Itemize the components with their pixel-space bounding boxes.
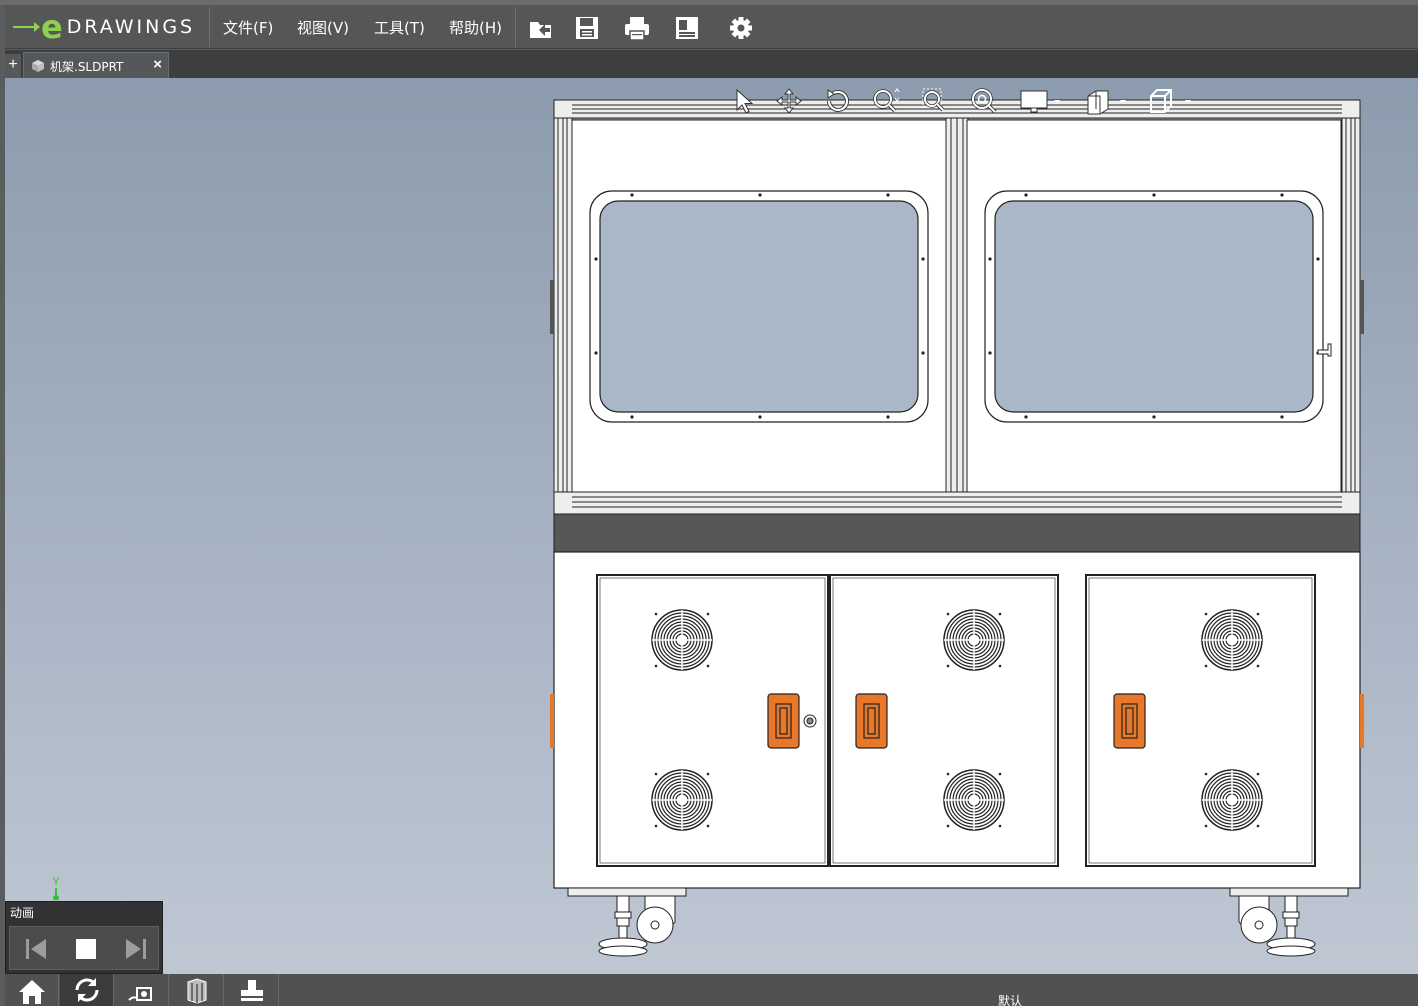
side-bracket-orange — [550, 694, 554, 748]
reset-view-button[interactable] — [60, 974, 114, 1006]
cabinet-model-drawing — [550, 99, 1364, 957]
components-icon — [187, 978, 207, 1004]
menu-file[interactable]: 文件(F) — [223, 17, 273, 38]
right-caster — [1238, 895, 1316, 957]
previous-frame-icon[interactable] — [22, 935, 50, 963]
pan-icon[interactable] — [774, 86, 804, 116]
section-view-icon[interactable] — [1082, 86, 1128, 116]
fan-grille — [651, 609, 713, 671]
fan-grille — [651, 769, 713, 831]
side-bracket-orange — [1360, 694, 1364, 748]
open-icon[interactable] — [527, 14, 555, 42]
zoom-icon[interactable] — [871, 86, 901, 116]
side-bracket — [1360, 280, 1364, 334]
stamp-icon — [241, 980, 263, 1001]
triad-y-label: Y — [52, 876, 60, 888]
3d-viewport[interactable]: Y — [5, 78, 1418, 974]
save-icon[interactable] — [573, 14, 601, 42]
animation-title: 动画 — [10, 906, 35, 920]
base — [567, 887, 1349, 897]
next-frame-icon[interactable] — [122, 935, 150, 963]
tab-close-icon[interactable]: × — [153, 56, 162, 73]
fan-grille — [943, 769, 1005, 831]
print-icon[interactable] — [623, 14, 651, 42]
animation-panel: 动画 — [5, 901, 163, 974]
stamp-button[interactable] — [225, 974, 279, 1006]
fan-grille — [1201, 769, 1263, 831]
triad-origin — [53, 895, 59, 900]
logo-arrow-icon — [13, 22, 40, 32]
worktop — [553, 513, 1361, 553]
menu-divider — [209, 7, 210, 47]
rotate-icon[interactable] — [823, 86, 853, 116]
markup-button[interactable] — [115, 974, 169, 1006]
zoom-to-fit-icon[interactable] — [969, 86, 999, 116]
standard-views-icon[interactable] — [1145, 86, 1191, 116]
fan-grille — [1201, 609, 1263, 671]
fan-grille — [943, 609, 1005, 671]
new-tab-button[interactable]: + — [5, 54, 21, 78]
logo-word: DRAWINGS — [66, 16, 196, 38]
edrawings-logo: e DRAWINGS — [13, 11, 195, 43]
lower-cabinet — [553, 551, 1361, 889]
orientation-triad: Y — [52, 876, 60, 900]
left-caster — [598, 895, 676, 957]
menu-bar: e DRAWINGS 文件(F) 视图(V) 工具(T) 帮助(H) — [5, 5, 1418, 49]
part-icon — [32, 60, 44, 72]
left-window — [589, 190, 929, 423]
document-tab-bar: + 机架.SLDPRT × — [5, 50, 1418, 78]
logo-letter: e — [41, 8, 63, 46]
display-style-icon[interactable] — [1018, 86, 1064, 116]
stop-icon[interactable] — [72, 935, 100, 963]
menu-tools[interactable]: 工具(T) — [374, 17, 425, 38]
home-button[interactable] — [5, 974, 59, 1006]
reset-view-icon — [75, 978, 99, 1002]
settings-gear-icon[interactable] — [727, 14, 755, 42]
zoom-to-area-icon[interactable] — [920, 86, 950, 116]
stamp-icon[interactable] — [673, 14, 701, 42]
select-arrow-icon[interactable] — [728, 86, 758, 116]
components-button[interactable] — [170, 974, 224, 1006]
animation-controls — [9, 926, 159, 970]
menu-view[interactable]: 视图(V) — [297, 17, 349, 38]
configuration-name: 默认 — [998, 994, 1023, 1006]
menu-divider — [515, 7, 516, 47]
door-lock — [803, 714, 817, 728]
menu-help[interactable]: 帮助(H) — [449, 17, 502, 38]
home-icon — [19, 980, 45, 1004]
side-bracket — [550, 280, 554, 334]
bottom-toolbar: 默认 — [5, 974, 1418, 1006]
right-window — [984, 190, 1324, 423]
tab-label: 机架.SLDPRT — [50, 60, 124, 74]
markup-icon — [128, 987, 152, 1001]
tab-document[interactable]: 机架.SLDPRT × — [23, 52, 169, 78]
